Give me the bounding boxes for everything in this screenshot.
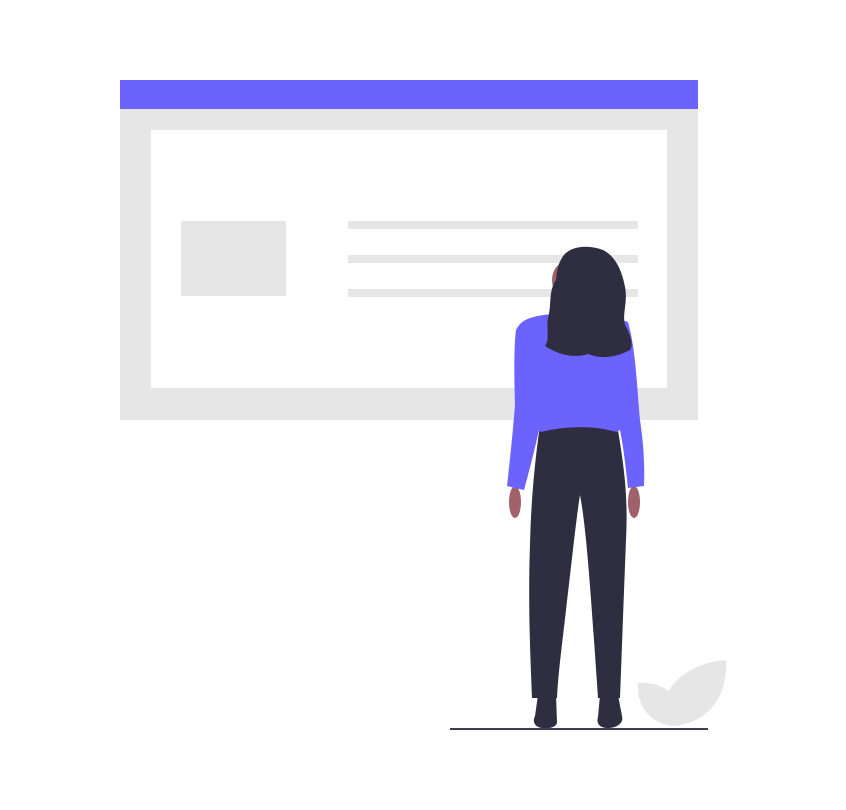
text-line-1 <box>348 221 638 229</box>
image-placeholder-icon <box>181 221 286 296</box>
illustration-canvas <box>120 80 727 730</box>
left-hand <box>509 486 521 518</box>
browser-title-bar <box>120 80 698 109</box>
right-hand <box>628 486 640 518</box>
right-shoe <box>597 695 623 728</box>
left-shoe <box>533 695 557 729</box>
leaf-plant-icon <box>637 660 727 726</box>
legs <box>529 425 627 698</box>
